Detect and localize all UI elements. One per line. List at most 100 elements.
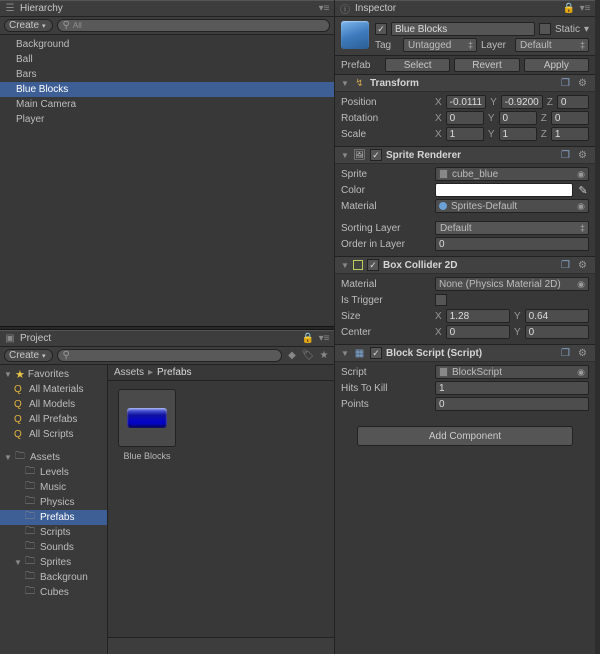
material-field[interactable]: Sprites-Default◉ bbox=[435, 199, 589, 213]
gear-icon[interactable]: ⚙ bbox=[576, 348, 589, 359]
center-x-input[interactable]: 0 bbox=[446, 325, 510, 339]
gear-icon[interactable]: ⚙ bbox=[576, 150, 589, 161]
panel-options-icon[interactable]: ▾≡ bbox=[579, 3, 591, 15]
tree-favorite-item[interactable]: QAll Materials bbox=[0, 382, 107, 397]
scale-x-input[interactable]: 1 bbox=[446, 127, 484, 141]
scale-y-input[interactable]: 1 bbox=[499, 127, 537, 141]
breadcrumb[interactable]: Assets ▸ Prefabs bbox=[108, 365, 334, 381]
panel-lock-icon[interactable]: 🔒 bbox=[563, 3, 575, 15]
hierarchy-item[interactable]: Main Camera bbox=[0, 97, 334, 112]
tree-folder[interactable]: 🗀Prefabs bbox=[0, 510, 107, 525]
tag-dropdown[interactable]: Untagged bbox=[403, 38, 477, 52]
foldout-icon[interactable]: ▼ bbox=[341, 151, 349, 160]
component-header[interactable]: ▼ ▦ ✓ Block Script (Script) ❐ ⚙ bbox=[335, 345, 595, 362]
inspector-tab[interactable]: ⓘ Inspector 🔒 ▾≡ bbox=[335, 0, 595, 17]
hierarchy-item[interactable]: Blue Blocks bbox=[0, 82, 334, 97]
help-icon[interactable]: ❐ bbox=[559, 78, 572, 89]
hierarchy-item[interactable]: Ball bbox=[0, 52, 334, 67]
points-input[interactable]: 0 bbox=[435, 397, 589, 411]
rot-x-input[interactable]: 0 bbox=[446, 111, 484, 125]
component-header[interactable]: ▼ ✓ Box Collider 2D ❐ ⚙ bbox=[335, 257, 595, 274]
filter-type-icon[interactable]: ◆ bbox=[286, 350, 298, 362]
gameobject-icon[interactable] bbox=[341, 21, 369, 49]
asset-tile[interactable]: Blue Blocks bbox=[116, 389, 178, 461]
hierarchy-create-button[interactable]: Create ▾ bbox=[4, 19, 53, 32]
hierarchy-item[interactable]: Bars bbox=[0, 67, 334, 82]
foldout-icon[interactable]: ▼ bbox=[341, 261, 349, 270]
panel-options-icon[interactable]: ▾≡ bbox=[318, 333, 330, 345]
pos-y-input[interactable]: -0.9200 bbox=[501, 95, 543, 109]
script-field[interactable]: BlockScript◉ bbox=[435, 365, 589, 379]
sprite-field[interactable]: cube_blue◉ bbox=[435, 167, 589, 181]
tree-folder[interactable]: 🗀Sounds bbox=[0, 540, 107, 555]
prefab-apply-button[interactable]: Apply bbox=[524, 58, 589, 72]
tree-favorite-item[interactable]: QAll Models bbox=[0, 397, 107, 412]
panel-lock-icon[interactable]: 🔒 bbox=[302, 333, 314, 345]
color-field[interactable] bbox=[435, 183, 573, 197]
tree-folder[interactable]: 🗀Cubes bbox=[0, 585, 107, 600]
tree-folder[interactable]: 🗀Scripts bbox=[0, 525, 107, 540]
order-in-layer-input[interactable]: 0 bbox=[435, 237, 589, 251]
filter-label-icon[interactable]: 🏷 bbox=[302, 350, 314, 362]
pos-z-input[interactable]: 0 bbox=[557, 95, 589, 109]
sorting-layer-dropdown[interactable]: Default bbox=[435, 221, 589, 235]
hits-to-kill-input[interactable]: 1 bbox=[435, 381, 589, 395]
tree-folder[interactable]: 🗀Backgroun bbox=[0, 570, 107, 585]
filter-save-icon[interactable]: ★ bbox=[318, 350, 330, 362]
size-y-input[interactable]: 0.64 bbox=[525, 309, 589, 323]
rot-z-input[interactable]: 0 bbox=[551, 111, 589, 125]
tree-folder[interactable]: 🗀Physics bbox=[0, 495, 107, 510]
foldout-icon[interactable]: ▼ bbox=[341, 79, 349, 88]
component-enable-checkbox[interactable]: ✓ bbox=[367, 259, 379, 271]
add-component-button[interactable]: Add Component bbox=[357, 426, 573, 446]
center-y-input[interactable]: 0 bbox=[525, 325, 589, 339]
component-enable-checkbox[interactable]: ✓ bbox=[370, 149, 382, 161]
project-create-button[interactable]: Create ▾ bbox=[4, 349, 53, 362]
tree-assets[interactable]: ▼🗀Assets bbox=[0, 450, 107, 465]
is-trigger-checkbox[interactable] bbox=[435, 294, 447, 306]
prefab-select-button[interactable]: Select bbox=[385, 58, 450, 72]
project-tree[interactable]: ▼★FavoritesQAll MaterialsQAll ModelsQAll… bbox=[0, 365, 108, 654]
hierarchy-item[interactable]: Player bbox=[0, 112, 334, 127]
project-tab[interactable]: ▣ Project 🔒 ▾≡ bbox=[0, 330, 334, 347]
pos-x-input[interactable]: -0.0111 bbox=[446, 95, 486, 109]
object-picker-icon[interactable]: ◉ bbox=[577, 201, 585, 212]
sprite-renderer-icon: 🖼 bbox=[353, 149, 366, 162]
hierarchy-tab[interactable]: ☰ Hierarchy ▾≡ bbox=[0, 0, 334, 17]
project-search-input[interactable]: ⚲ bbox=[57, 349, 282, 362]
rot-y-input[interactable]: 0 bbox=[499, 111, 537, 125]
layer-dropdown[interactable]: Default bbox=[515, 38, 589, 52]
asset-grid[interactable]: Blue Blocks bbox=[108, 381, 334, 637]
tree-favorite-item[interactable]: QAll Prefabs bbox=[0, 412, 107, 427]
help-icon[interactable]: ❐ bbox=[559, 348, 572, 359]
object-name-input[interactable]: Blue Blocks bbox=[391, 22, 535, 36]
object-picker-icon[interactable]: ◉ bbox=[577, 169, 585, 180]
scale-z-input[interactable]: 1 bbox=[551, 127, 589, 141]
component-header[interactable]: ▼ ↯ Transform ❐ ⚙ bbox=[335, 75, 595, 92]
static-checkbox[interactable] bbox=[539, 23, 551, 35]
static-dropdown-icon[interactable]: ▾ bbox=[584, 24, 589, 35]
tree-favorites[interactable]: ▼★Favorites bbox=[0, 367, 107, 382]
hierarchy-item[interactable]: Background bbox=[0, 37, 334, 52]
foldout-icon[interactable]: ▼ bbox=[341, 349, 349, 358]
prefab-revert-button[interactable]: Revert bbox=[454, 58, 519, 72]
size-x-input[interactable]: 1.28 bbox=[446, 309, 510, 323]
tree-favorite-item[interactable]: QAll Scripts bbox=[0, 427, 107, 442]
component-enable-checkbox[interactable]: ✓ bbox=[370, 347, 382, 359]
tree-folder[interactable]: ▼🗀Sprites bbox=[0, 555, 107, 570]
component-header[interactable]: ▼ 🖼 ✓ Sprite Renderer ❐ ⚙ bbox=[335, 147, 595, 164]
help-icon[interactable]: ❐ bbox=[559, 150, 572, 161]
help-icon[interactable]: ❐ bbox=[559, 260, 572, 271]
panel-options-icon[interactable]: ▾≡ bbox=[318, 3, 330, 15]
physics-material-field[interactable]: None (Physics Material 2D)◉ bbox=[435, 277, 589, 291]
object-picker-icon[interactable]: ◉ bbox=[577, 367, 585, 378]
hierarchy-list[interactable]: BackgroundBallBarsBlue BlocksMain Camera… bbox=[0, 35, 334, 326]
hierarchy-search-input[interactable]: ⚲ All bbox=[57, 19, 330, 32]
tree-folder[interactable]: 🗀Levels bbox=[0, 465, 107, 480]
eyedropper-icon[interactable]: ✎ bbox=[577, 184, 589, 197]
object-picker-icon[interactable]: ◉ bbox=[577, 279, 585, 290]
gear-icon[interactable]: ⚙ bbox=[576, 260, 589, 271]
gear-icon[interactable]: ⚙ bbox=[576, 78, 589, 89]
active-checkbox[interactable]: ✓ bbox=[375, 23, 387, 35]
tree-folder[interactable]: 🗀Music bbox=[0, 480, 107, 495]
